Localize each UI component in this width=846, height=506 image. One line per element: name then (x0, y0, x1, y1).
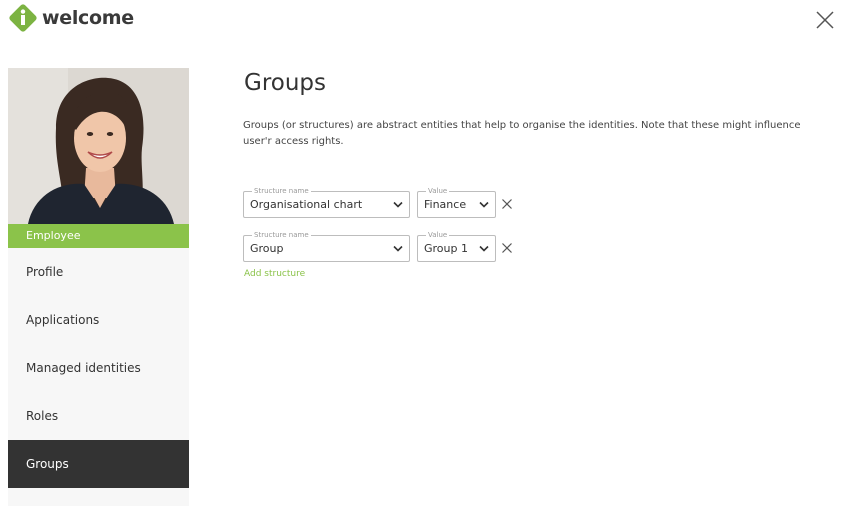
chevron-down-icon (479, 201, 489, 208)
chevron-down-icon (393, 201, 403, 208)
page-description: Groups (or structures) are abstract enti… (243, 120, 801, 147)
welcome-logo-icon (9, 4, 37, 32)
chevron-down-icon (393, 245, 403, 252)
remove-x-icon[interactable] (501, 242, 513, 254)
user-photo (8, 68, 189, 224)
page-title: Groups (244, 70, 327, 96)
value-text: Finance (424, 198, 467, 211)
remove-x-icon[interactable] (501, 198, 513, 210)
structure-name-value: Group (250, 242, 284, 255)
add-structure-link[interactable]: Add structure (244, 269, 305, 279)
close-icon[interactable] (814, 9, 836, 31)
structure-name-select[interactable]: Structure name Organisational chart (243, 186, 410, 218)
avatar (8, 68, 189, 224)
sidebar-item-applications[interactable]: Applications (8, 296, 189, 344)
profile-sidebar: Employee Profile Applications Managed id… (8, 68, 189, 506)
value-text: Group 1 (424, 242, 468, 255)
structure-name-value: Organisational chart (250, 198, 363, 211)
sidebar-item-roles[interactable]: Roles (8, 392, 189, 440)
structure-name-select[interactable]: Structure name Group (243, 230, 410, 262)
chevron-down-icon (479, 245, 489, 252)
sidebar-item-managed-identities[interactable]: Managed identities (8, 344, 189, 392)
role-badge: Employee (8, 224, 189, 248)
value-select[interactable]: Value Group 1 (417, 230, 496, 262)
logo-text: welcome (42, 7, 134, 29)
sidebar-item-profile[interactable]: Profile (8, 248, 189, 296)
app-logo: welcome (8, 4, 134, 32)
sidebar-nav: Profile Applications Managed identities … (8, 248, 189, 488)
value-select[interactable]: Value Finance (417, 186, 496, 218)
sidebar-item-groups[interactable]: Groups (8, 440, 189, 488)
